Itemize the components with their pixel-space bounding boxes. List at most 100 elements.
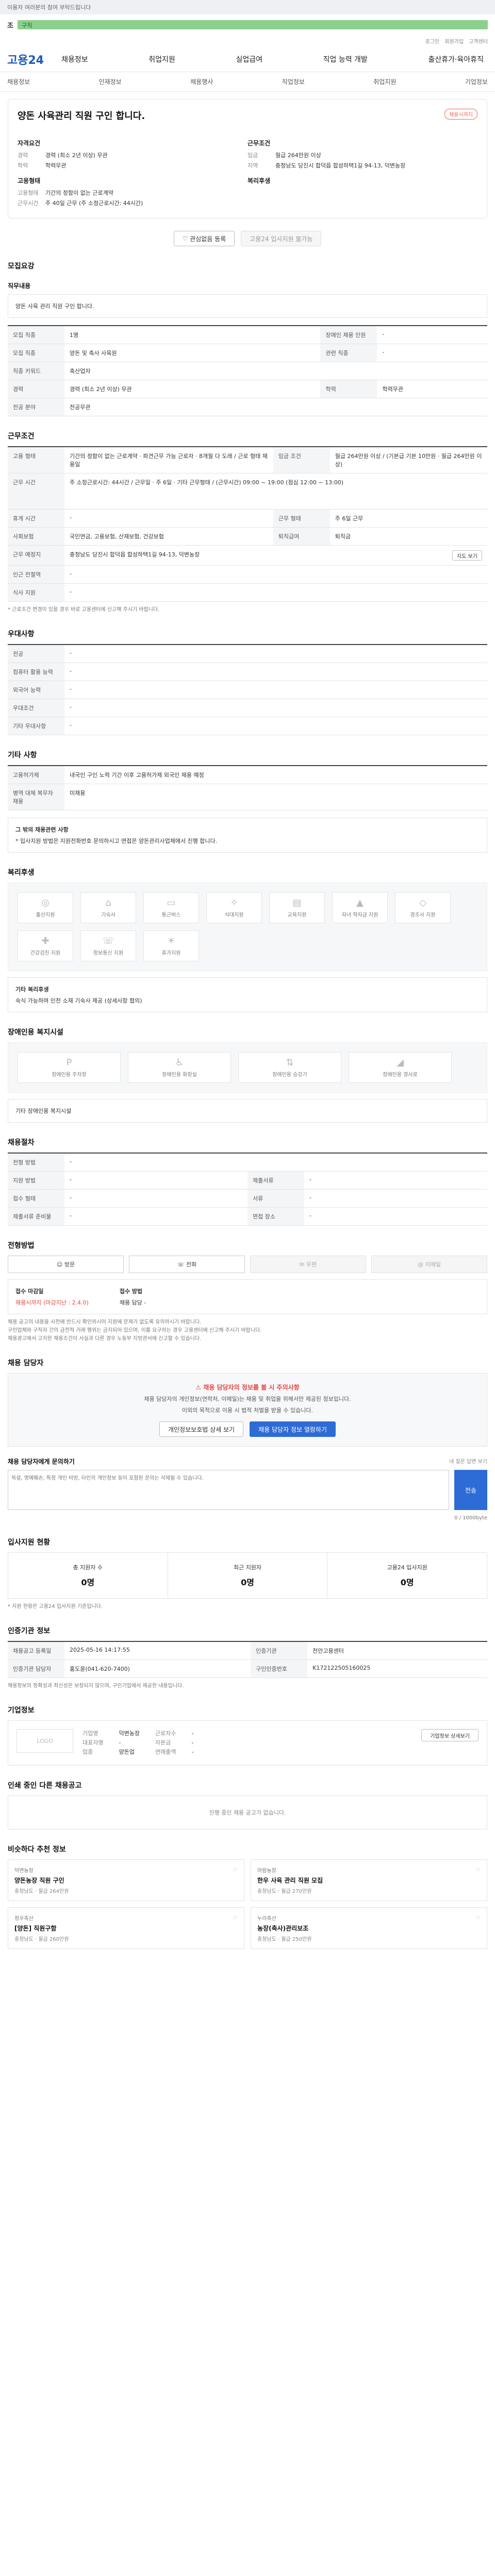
table-row: 식사 지원 -	[8, 583, 487, 602]
gnb-item[interactable]: 직업 능력 개발	[319, 54, 372, 64]
benefit-item: ▤ 교육지원	[269, 892, 325, 923]
notice-bar: 이용자 여러분의 참여 부탁드립니다	[0, 0, 495, 14]
benefit-item: ◇ 경조사 지원	[395, 892, 451, 923]
util-help[interactable]: 고객센터	[469, 37, 488, 45]
recommend-card[interactable]: ☆ 아람농장 한우 사육 관리 직원 모집 충청남도 · 월급 270만원	[251, 1859, 487, 1901]
alert-icon: ⚠	[195, 1384, 204, 1391]
rec-company: 청우축산	[14, 1916, 34, 1922]
view-recruiter-button[interactable]: 채용 담당자 정보 열람하기	[250, 1421, 336, 1437]
qa-answers-link[interactable]: 내 질문 답변 보기	[449, 1457, 487, 1465]
map-button[interactable]: 지도 보기	[452, 550, 482, 561]
rec-title[interactable]: 농장(축사)관리보조	[257, 1924, 481, 1933]
cell-value: -	[64, 509, 273, 528]
gnb-item[interactable]: 취업지원	[144, 54, 179, 64]
gnb-item[interactable]: 실업급여	[232, 54, 267, 64]
lnb-item[interactable]: 기업정보	[465, 77, 488, 86]
lnb-item[interactable]: 직업정보	[282, 77, 305, 86]
util-signup[interactable]: 회원가입	[444, 37, 464, 45]
method-row: ☺ 방문 ☏ 전화 ✉ 우편 @ 이메일	[8, 1256, 487, 1273]
summary-key: 지역	[248, 162, 258, 169]
star-icon[interactable]: ☆	[233, 1866, 238, 1873]
gnb-item[interactable]: 출산휴가·육아휴직	[424, 54, 488, 64]
lnb-item[interactable]: 채용정보	[7, 77, 30, 86]
section-title-disability: 장애인용 복지시설	[8, 1028, 63, 1037]
cell-key: 제출서류 준비물	[8, 1207, 64, 1226]
apply-note: 채용 공고의 내용을 사전에 반드시 확인하시어 지원에 문제가 없도록 유의하…	[8, 1319, 202, 1325]
table-row: 근무 시간 주 소정근로시간: 44시간 / 근무일 · 주 6일 · 기타 근무…	[8, 473, 487, 510]
recommend-card[interactable]: ☆ 덕변농장 양돈농장 직원 구인 충청남도 · 월급 264만원	[8, 1859, 244, 1901]
baby-icon: ◎	[41, 897, 50, 908]
cell-value: -	[64, 565, 487, 584]
lnb-item[interactable]: 채용행사	[190, 77, 213, 86]
period-box: 접수 마감일 채용시까지 (마감지난 : 2.4.0) 접수 방법 채용 담당 …	[8, 1279, 487, 1314]
summary-key: 학력	[18, 162, 28, 169]
method-label: 우편	[306, 1261, 317, 1268]
cell-value: 퇴직금	[329, 527, 487, 546]
scrap-button[interactable]: ♡ 관심없음 등록	[173, 231, 235, 246]
disability-item: ◢ 장애인용 경사로	[349, 1052, 452, 1083]
cell-key: 퇴직급여	[273, 527, 330, 546]
section-title-benefits: 복리후생	[8, 869, 35, 877]
phone-icon: ☏	[177, 1261, 186, 1268]
green-search-bar[interactable]: 구직	[17, 20, 488, 29]
cell-value: -	[64, 681, 487, 699]
benefit-item: ⌂ 기숙사	[80, 892, 136, 923]
status-number: 0명	[241, 1578, 254, 1587]
apply-button[interactable]: 고용24 입사지원 불가능	[241, 231, 322, 246]
search-toolbar: 조 구직	[0, 14, 495, 35]
benefit-label: 휴가지원	[161, 951, 181, 956]
star-icon[interactable]: ☆	[475, 1914, 481, 1921]
company-key: 업종	[82, 1749, 93, 1755]
util-login[interactable]: 로그인	[425, 37, 440, 45]
benefit-item: ◎ 출산지원	[18, 892, 73, 923]
green-bar-text: 구직	[21, 22, 32, 29]
cell-key: 인증기관 담당자	[8, 1659, 64, 1678]
summary-value: 학력무관	[45, 162, 67, 169]
lnb-item[interactable]: 인재정보	[99, 77, 122, 86]
company-detail-button[interactable]: 기업정보 상세보기	[421, 1729, 478, 1741]
disability-etc-box: 기타 장애인용 복지시설	[8, 1099, 487, 1123]
cell-key: 휴게 시간	[8, 509, 64, 528]
qa-submit-button[interactable]: 전송	[454, 1470, 487, 1510]
star-icon[interactable]: ☆	[475, 1866, 481, 1873]
cell-value: 기간의 정함이 없는 근로계약 · 파견근무 가능 근로자 · 8개월 다 도래…	[64, 447, 273, 473]
cell-key: 채용공고 등록일	[8, 1641, 64, 1660]
benefit-label: 식대지원	[224, 912, 244, 918]
agency-table: 채용공고 등록일 2025-05-16 14:17:55 인증기관 천안고용센터 인증…	[8, 1641, 487, 1678]
disability-label: 장애인용 주차장	[52, 1072, 87, 1078]
star-icon[interactable]: ☆	[233, 1914, 238, 1921]
company-box: LOGO 기업명 대표자명 업종 덕변농장 - 양돈업 근로자수 자본금 연매출액 --- …	[8, 1720, 487, 1766]
recruit-table: 모집 직종 1명 장애인 채용 인원 - 모집 직종 양돈 및 축사 사육원 관련 직종 -…	[8, 325, 487, 416]
recommend-card[interactable]: ☆ 청우축산 [양돈] 직원구함 충청남도 · 월급 260만원	[8, 1907, 244, 1949]
lnb-item[interactable]: 취업지원	[373, 77, 396, 86]
rec-title[interactable]: 한우 사육 관리 직원 모집	[257, 1876, 481, 1885]
table-row: 지원 방법 - 제출서류 -	[8, 1171, 487, 1190]
health-icon: ✚	[41, 936, 50, 946]
qa-textarea[interactable]	[8, 1470, 449, 1510]
table-row: 병역 대체 복무자 채용 미채용	[8, 784, 487, 810]
company-key: 연매출액	[155, 1749, 176, 1755]
company-value: 양돈업	[119, 1749, 135, 1755]
recommend-card[interactable]: ☆ 누리축산 농장(축사)관리보조 충청남도 · 월급 250만원	[251, 1907, 487, 1949]
site-logo[interactable]: 고용24	[7, 51, 44, 67]
table-row: 모집 직종 양돈 및 축사 사육원 관련 직종 -	[8, 344, 487, 362]
rec-title[interactable]: [양돈] 직원구함	[14, 1924, 238, 1933]
rec-title[interactable]: 양돈농장 직원 구인	[14, 1876, 238, 1885]
section-title-method: 전형방법	[8, 1242, 35, 1250]
at-icon: @	[418, 1261, 425, 1268]
scrap-button-label: 관심없음 등록	[190, 235, 226, 243]
vacation-icon: ☀	[167, 936, 176, 946]
recruiter-alert-text: 채용 담당자의 정보를 볼 시 주의사항	[203, 1384, 300, 1391]
method-mail: ✉ 우편	[250, 1256, 366, 1273]
cell-value: -	[64, 717, 487, 735]
section-title-recommend: 비슷하다 추천 정보	[8, 1845, 66, 1854]
job-summary-card: 양돈 사육관리 직원 구인 합니다. 채용시까지 자격요건 경력 경력 (최소 2…	[8, 99, 487, 218]
privacy-detail-button[interactable]: 개인정보보호법 상세 보기	[159, 1421, 244, 1437]
period-title: 접수 마감일	[15, 1288, 44, 1295]
apply-note: 구인업체와 구직자 간의 금전적 거래 행위는 금지되어 있으며, 이를 요구하…	[8, 1328, 262, 1333]
table-row: 직종 키워드 축산업자	[8, 362, 487, 380]
book-icon: ▤	[292, 897, 302, 908]
gnb-item[interactable]: 채용정보	[57, 54, 92, 64]
cell-value: -	[64, 1207, 248, 1226]
elevator-icon: ⇅	[286, 1057, 294, 1068]
